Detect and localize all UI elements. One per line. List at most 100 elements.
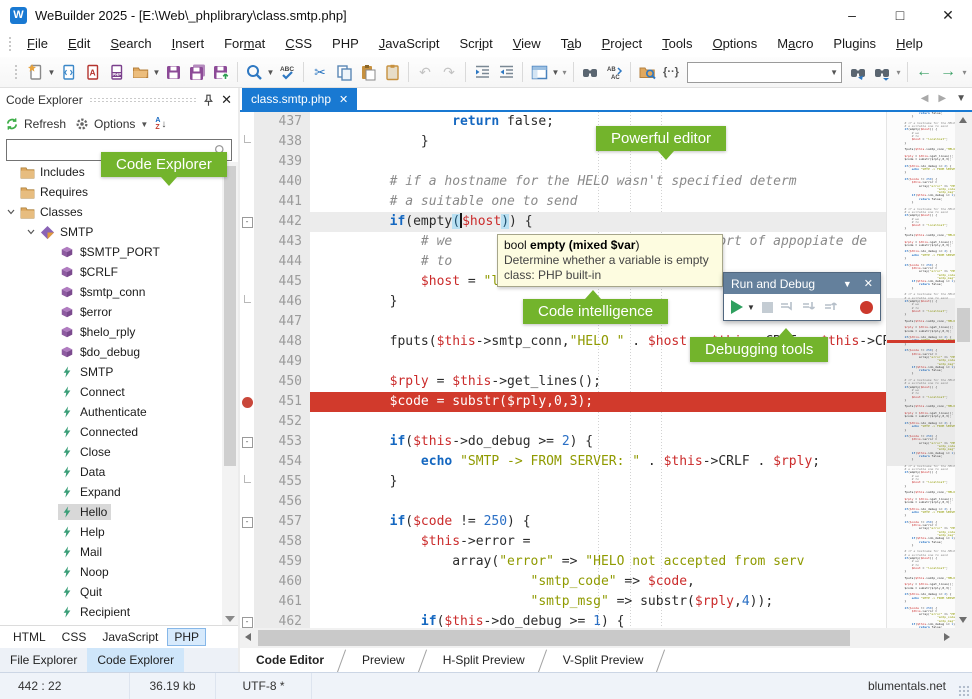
maximize-button[interactable]: □ (876, 0, 924, 30)
refresh-button[interactable]: Refresh (24, 117, 66, 131)
vertical-scrollbar-thumb[interactable] (957, 308, 970, 342)
paste-icon[interactable] (357, 60, 379, 84)
save-icon[interactable] (162, 60, 184, 84)
tree-item-mail[interactable]: Mail (0, 542, 222, 562)
code-line-452[interactable]: 452 (240, 412, 886, 432)
nav-back-icon[interactable]: ← (913, 60, 935, 84)
lang-tab-javascript[interactable]: JavaScript (95, 628, 165, 646)
options-button[interactable]: Options (94, 117, 135, 131)
code-line-442[interactable]: -442 if(empty($host)) { (240, 212, 886, 232)
tree-item-smtp[interactable]: SMTP (0, 362, 222, 382)
outdent-icon[interactable] (495, 60, 517, 84)
code-line-458[interactable]: 458 $this->error = (240, 532, 886, 552)
code-line-455[interactable]: 455 } (240, 472, 886, 492)
code-line-450[interactable]: 450 $rply = $this->get_lines(); (240, 372, 886, 392)
line-number[interactable]: 460 (254, 572, 310, 592)
tree-item-smtp_port[interactable]: $SMTP_PORT (0, 242, 222, 262)
horizontal-scrollbar[interactable] (240, 628, 955, 648)
view-tab-h-split-preview[interactable]: H-Split Preview (431, 648, 551, 672)
step-out-icon[interactable] (824, 301, 839, 313)
scroll-up-icon[interactable] (959, 117, 967, 123)
chevron-down-icon[interactable] (4, 209, 18, 215)
sort-az-icon[interactable]: AZ ↓ (155, 117, 166, 131)
pin-icon[interactable] (202, 94, 215, 107)
menu-insert[interactable]: Insert (162, 32, 215, 55)
menu-css[interactable]: CSS (275, 32, 322, 55)
tree-item-classes[interactable]: Classes (0, 202, 222, 222)
new-text-file-icon[interactable]: A (81, 60, 103, 84)
code-line-457[interactable]: -457 if($code != 250) { (240, 512, 886, 532)
run-options-icon[interactable]: ▼ (747, 303, 755, 312)
line-number[interactable]: 438 (254, 132, 310, 152)
layout-icon[interactable] (528, 60, 550, 84)
code-line-437[interactable]: 437 return false; (240, 112, 886, 132)
save-upload-icon[interactable] (210, 60, 232, 84)
breakpoint-icon[interactable] (242, 397, 253, 408)
step-over-icon[interactable] (780, 301, 795, 313)
cut-icon[interactable]: ✂ (309, 60, 331, 84)
line-number[interactable]: 457 (254, 512, 310, 532)
code-line-439[interactable]: 439 (240, 152, 886, 172)
tree-item-requires[interactable]: Requires (0, 182, 222, 202)
scroll-left-icon[interactable] (245, 633, 251, 641)
tab-scroll-right-icon[interactable]: ▶ (938, 93, 946, 104)
menu-edit[interactable]: Edit (58, 32, 100, 55)
tree-item-expand[interactable]: Expand (0, 482, 222, 502)
spellcheck-icon[interactable]: ABC (276, 60, 298, 84)
indent-icon[interactable] (471, 60, 493, 84)
record-icon[interactable] (860, 301, 873, 314)
code-line-438[interactable]: 438 } (240, 132, 886, 152)
code-line-459[interactable]: 459 array("error" => "HELO not accepted … (240, 552, 886, 572)
tree-item-data[interactable]: Data (0, 462, 222, 482)
new-code-file-icon[interactable] (57, 60, 79, 84)
line-number[interactable]: 448 (254, 332, 310, 352)
code-line-460[interactable]: 460 "smtp_code" => $code, (240, 572, 886, 592)
line-number[interactable]: 439 (254, 152, 310, 172)
line-number[interactable]: 459 (254, 552, 310, 572)
find-in-files-icon[interactable] (636, 60, 658, 84)
panel-tab-file-explorer[interactable]: File Explorer (0, 648, 87, 672)
quick-search-combobox[interactable]: ▼ (687, 62, 842, 83)
line-number[interactable]: 446 (254, 292, 310, 312)
nav-forward-icon[interactable]: → (937, 60, 959, 84)
menu-tools[interactable]: Tools (652, 32, 702, 55)
line-number[interactable]: 458 (254, 532, 310, 552)
menu-file[interactable]: File (17, 32, 58, 55)
code-line-461[interactable]: 461 "smtp_msg" => substr($rply,4)); (240, 592, 886, 612)
line-number[interactable]: 443 (254, 232, 310, 252)
menu-search[interactable]: Search (100, 32, 161, 55)
redo-icon[interactable]: ↷ (438, 60, 460, 84)
line-number[interactable]: 449 (254, 352, 310, 372)
line-number[interactable]: 454 (254, 452, 310, 472)
fold-collapse-icon[interactable]: - (242, 437, 253, 448)
save-all-icon[interactable] (186, 60, 208, 84)
dropdown-icon[interactable]: ▼ (152, 68, 161, 77)
copy-icon[interactable] (333, 60, 355, 84)
tab-scroll-left-icon[interactable]: ◀ (921, 93, 929, 104)
view-tab-code-editor[interactable]: Code Editor (244, 648, 350, 672)
toolbar-overflow-icon[interactable]: ▾ (960, 68, 969, 77)
menu-help[interactable]: Help (886, 32, 933, 55)
menu-javascript[interactable]: JavaScript (369, 32, 450, 55)
tree-item-smtp_conn[interactable]: $smtp_conn (0, 282, 222, 302)
dropdown-icon[interactable]: ▼ (266, 68, 275, 77)
line-number[interactable]: 452 (254, 412, 310, 432)
fold-collapse-icon[interactable]: - (242, 217, 253, 228)
fold-collapse-icon[interactable]: - (242, 617, 253, 628)
tree-scrollbar[interactable] (222, 162, 238, 625)
panel-tab-code-explorer[interactable]: Code Explorer (87, 648, 184, 672)
search-icon[interactable] (243, 60, 265, 84)
find-prev-icon[interactable] (871, 60, 893, 84)
code-line-440[interactable]: 440 # if a hostname for the HELO wasn't … (240, 172, 886, 192)
tree-item-close[interactable]: Close (0, 442, 222, 462)
close-button[interactable]: ✕ (924, 0, 972, 30)
gear-icon[interactable] (75, 117, 89, 131)
code-line-454[interactable]: 454 echo "SMTP -> FROM SERVER: " . $this… (240, 452, 886, 472)
brand-link[interactable]: blumentals.net (868, 679, 972, 693)
replace-icon[interactable]: ABAC (603, 60, 625, 84)
code-line-441[interactable]: 441 # a suitable one to send (240, 192, 886, 212)
line-number[interactable]: 437 (254, 112, 310, 132)
lang-tab-php[interactable]: PHP (167, 628, 206, 646)
scroll-right-icon[interactable] (944, 633, 950, 641)
line-number[interactable]: 451 (254, 392, 310, 412)
